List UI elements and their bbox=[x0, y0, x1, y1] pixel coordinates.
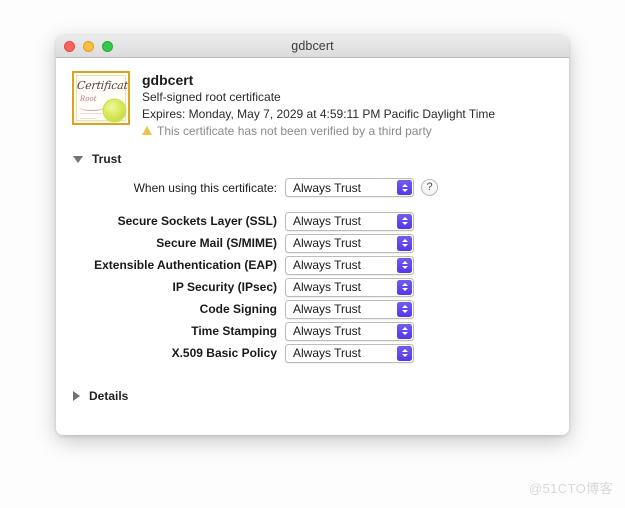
trust-row-select[interactable]: Always Trust bbox=[285, 321, 414, 341]
trust-row-label: Code Signing bbox=[199, 302, 277, 316]
chevron-down-icon bbox=[401, 188, 408, 192]
chevron-up-icon bbox=[401, 217, 408, 220]
trust-row: Time Stamping Always Trust bbox=[72, 320, 553, 342]
help-button[interactable]: ? bbox=[421, 179, 438, 196]
chevron-down-icon bbox=[401, 266, 408, 269]
certificate-warning: This certificate has not been verified b… bbox=[142, 123, 495, 140]
trust-row-value: Always Trust bbox=[293, 280, 362, 294]
trust-rows-list: Secure Sockets Layer (SSL) Always Trust Se… bbox=[72, 210, 553, 364]
chevron-down-icon bbox=[401, 244, 408, 247]
certificate-window: gdbcert Certificate Root gdbcert Self-si… bbox=[56, 35, 569, 435]
trust-row-select[interactable]: Always Trust bbox=[285, 255, 414, 275]
chevron-updown-icon[interactable] bbox=[397, 301, 412, 317]
window-titlebar: gdbcert bbox=[56, 35, 569, 58]
trust-disclosure-toggle[interactable]: Trust bbox=[72, 152, 553, 166]
chevron-up-icon bbox=[401, 283, 408, 286]
watermark: @51CTO博客 bbox=[528, 481, 613, 496]
trust-row-label: Extensible Authentication (EAP) bbox=[94, 258, 277, 272]
trust-primary-value: Always Trust bbox=[293, 180, 362, 195]
certificate-kind: Self-signed root certificate bbox=[142, 90, 281, 104]
trust-row: Secure Sockets Layer (SSL) Always Trust bbox=[72, 210, 553, 232]
chevron-down-icon bbox=[401, 310, 408, 313]
trust-row-value: Always Trust bbox=[293, 258, 362, 272]
trust-row-label: Time Stamping bbox=[191, 324, 277, 338]
window-title: gdbcert bbox=[291, 39, 334, 53]
trust-row-value: Always Trust bbox=[293, 214, 362, 228]
trust-section-label: Trust bbox=[92, 152, 122, 166]
chevron-updown-icon[interactable] bbox=[397, 345, 412, 361]
trust-row: IP Security (IPsec) Always Trust bbox=[72, 276, 553, 298]
certificate-icon-rule bbox=[80, 118, 96, 119]
details-section-label: Details bbox=[89, 389, 129, 403]
trust-row: Extensible Authentication (EAP) Always Tr… bbox=[72, 254, 553, 276]
trust-row-value: Always Trust bbox=[293, 236, 362, 250]
certificate-summary: gdbcert Self-signed root certificate Exp… bbox=[142, 71, 495, 140]
chevron-right-icon bbox=[73, 391, 80, 401]
trust-row-select[interactable]: Always Trust bbox=[285, 211, 414, 231]
certificate-name: gdbcert bbox=[142, 72, 194, 88]
chevron-up-icon bbox=[401, 239, 408, 242]
chevron-down-icon bbox=[401, 332, 408, 335]
certificate-expiry: Expires: Monday, May 7, 2029 at 4:59:11 … bbox=[142, 107, 496, 121]
trust-row-label: Secure Sockets Layer (SSL) bbox=[117, 214, 277, 228]
trust-row-value: Always Trust bbox=[293, 324, 362, 338]
chevron-up-icon bbox=[401, 183, 408, 187]
certificate-header: Certificate Root gdbcert Self-signed roo… bbox=[72, 71, 553, 140]
chevron-updown-icon[interactable] bbox=[397, 323, 412, 339]
chevron-updown-icon[interactable] bbox=[397, 235, 412, 251]
trust-row-select[interactable]: Always Trust bbox=[285, 233, 414, 253]
warning-triangle-icon bbox=[142, 126, 152, 135]
trust-row-label: IP Security (IPsec) bbox=[172, 280, 278, 294]
certificate-icon: Certificate Root bbox=[72, 71, 130, 125]
certificate-icon-subtitle: Root bbox=[80, 95, 97, 103]
minimize-button-icon[interactable] bbox=[83, 41, 94, 52]
trust-primary-row: When using this certificate: Always Trus… bbox=[72, 178, 553, 197]
chevron-down-icon bbox=[401, 288, 408, 291]
window-body: Certificate Root gdbcert Self-signed roo… bbox=[56, 58, 569, 435]
certificate-icon-title: Certificate bbox=[76, 79, 130, 92]
chevron-down-icon bbox=[401, 354, 408, 357]
chevron-updown-icon[interactable] bbox=[397, 257, 412, 273]
details-disclosure-toggle[interactable]: Details bbox=[72, 389, 553, 403]
certificate-seal-icon bbox=[102, 98, 127, 123]
trust-row-value: Always Trust bbox=[293, 302, 362, 316]
chevron-up-icon bbox=[401, 261, 408, 264]
maximize-button-icon[interactable] bbox=[102, 41, 113, 52]
chevron-up-icon bbox=[401, 327, 408, 330]
trust-row: Secure Mail (S/MIME) Always Trust bbox=[72, 232, 553, 254]
trust-row-label: Secure Mail (S/MIME) bbox=[156, 236, 277, 250]
chevron-up-icon bbox=[401, 305, 408, 308]
trust-row-select[interactable]: Always Trust bbox=[285, 277, 414, 297]
trust-primary-select[interactable]: Always Trust bbox=[285, 178, 414, 197]
trust-row-value: Always Trust bbox=[293, 346, 362, 360]
trust-row-select[interactable]: Always Trust bbox=[285, 299, 414, 319]
close-button-icon[interactable] bbox=[64, 41, 75, 52]
trust-row-select[interactable]: Always Trust bbox=[285, 343, 414, 363]
chevron-down-icon bbox=[73, 155, 83, 163]
chevron-updown-icon[interactable] bbox=[397, 213, 412, 229]
chevron-down-icon bbox=[401, 222, 408, 225]
certificate-icon-rule bbox=[80, 113, 102, 114]
chevron-updown-icon[interactable] bbox=[397, 180, 412, 195]
chevron-up-icon bbox=[401, 349, 408, 352]
certificate-icon-flourish bbox=[79, 104, 105, 111]
trust-row: Code Signing Always Trust bbox=[72, 298, 553, 320]
chevron-updown-icon[interactable] bbox=[397, 279, 412, 295]
trust-primary-label: When using this certificate: bbox=[133, 180, 277, 195]
trust-row: X.509 Basic Policy Always Trust bbox=[72, 342, 553, 364]
certificate-warning-text: This certificate has not been verified b… bbox=[157, 124, 432, 138]
trust-row-label: X.509 Basic Policy bbox=[171, 346, 277, 360]
traffic-light-group bbox=[64, 35, 113, 58]
